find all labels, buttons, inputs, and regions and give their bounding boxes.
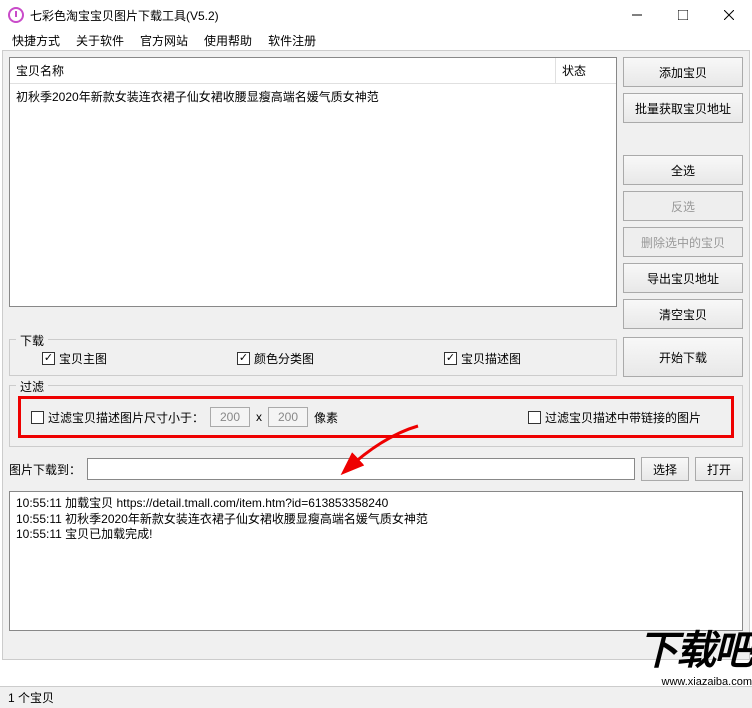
export-url-button[interactable]: 导出宝贝地址 xyxy=(623,263,743,293)
filter-link-img-checkbox[interactable]: 过滤宝贝描述中带链接的图片 xyxy=(528,409,701,426)
filter-width-input[interactable] xyxy=(210,407,250,427)
window-title: 七彩色淘宝宝贝图片下载工具(V5.2) xyxy=(30,7,614,24)
desc-img-checkbox[interactable]: 宝贝描述图 xyxy=(444,350,521,367)
col-name-header[interactable]: 宝贝名称 xyxy=(10,58,556,83)
menu-help[interactable]: 使用帮助 xyxy=(196,32,260,49)
list-row[interactable]: 初秋季2020年新款女装连衣裙子仙女裙收腰显瘦高端名媛气质女神范 xyxy=(16,88,610,105)
minimize-button[interactable] xyxy=(614,0,660,30)
clear-items-button[interactable]: 清空宝贝 xyxy=(623,299,743,329)
item-list[interactable]: 宝贝名称 状态 初秋季2020年新款女装连衣裙子仙女裙收腰显瘦高端名媛气质女神范 xyxy=(9,57,617,307)
col-status-header[interactable]: 状态 xyxy=(556,58,616,83)
log-output[interactable]: 10:55:11 加载宝贝 https://detail.tmall.com/i… xyxy=(9,491,743,631)
app-icon xyxy=(8,7,24,23)
check-icon xyxy=(42,352,55,365)
delete-selected-button[interactable]: 删除选中的宝贝 xyxy=(623,227,743,257)
menu-about[interactable]: 关于软件 xyxy=(68,32,132,49)
maximize-button[interactable] xyxy=(660,0,706,30)
open-path-button[interactable]: 打开 xyxy=(695,457,743,481)
check-icon xyxy=(237,352,250,365)
menu-register[interactable]: 软件注册 xyxy=(260,32,324,49)
select-all-button[interactable]: 全选 xyxy=(623,155,743,185)
menu-site[interactable]: 官方网站 xyxy=(132,32,196,49)
add-item-button[interactable]: 添加宝贝 xyxy=(623,57,743,87)
checkbox-icon xyxy=(528,411,541,424)
download-path-input[interactable] xyxy=(87,458,635,480)
filter-size-checkbox[interactable]: 过滤宝贝描述图片尺寸小于： xyxy=(31,409,204,426)
batch-url-button[interactable]: 批量获取宝贝地址 xyxy=(623,93,743,123)
close-button[interactable] xyxy=(706,0,752,30)
watermark: 下载吧 www.xiazaiba.com xyxy=(638,618,752,688)
status-count: 1 个宝贝 xyxy=(8,689,54,706)
color-img-checkbox[interactable]: 颜色分类图 xyxy=(237,350,314,367)
invert-select-button[interactable]: 反选 xyxy=(623,191,743,221)
filter-group-title: 过滤 xyxy=(16,378,48,395)
filter-height-input[interactable] xyxy=(268,407,308,427)
filter-highlight: 过滤宝贝描述图片尺寸小于： x 像素 过滤宝贝描述中带链接的图片 xyxy=(18,396,734,438)
main-img-checkbox[interactable]: 宝贝主图 xyxy=(42,350,107,367)
start-download-button[interactable]: 开始下载 xyxy=(623,337,743,377)
checkbox-icon xyxy=(31,411,44,424)
check-icon xyxy=(444,352,457,365)
download-path-label: 图片下载到： xyxy=(9,461,81,478)
choose-path-button[interactable]: 选择 xyxy=(641,457,689,481)
menu-quick[interactable]: 快捷方式 xyxy=(4,32,68,49)
download-group-title: 下载 xyxy=(16,332,48,349)
